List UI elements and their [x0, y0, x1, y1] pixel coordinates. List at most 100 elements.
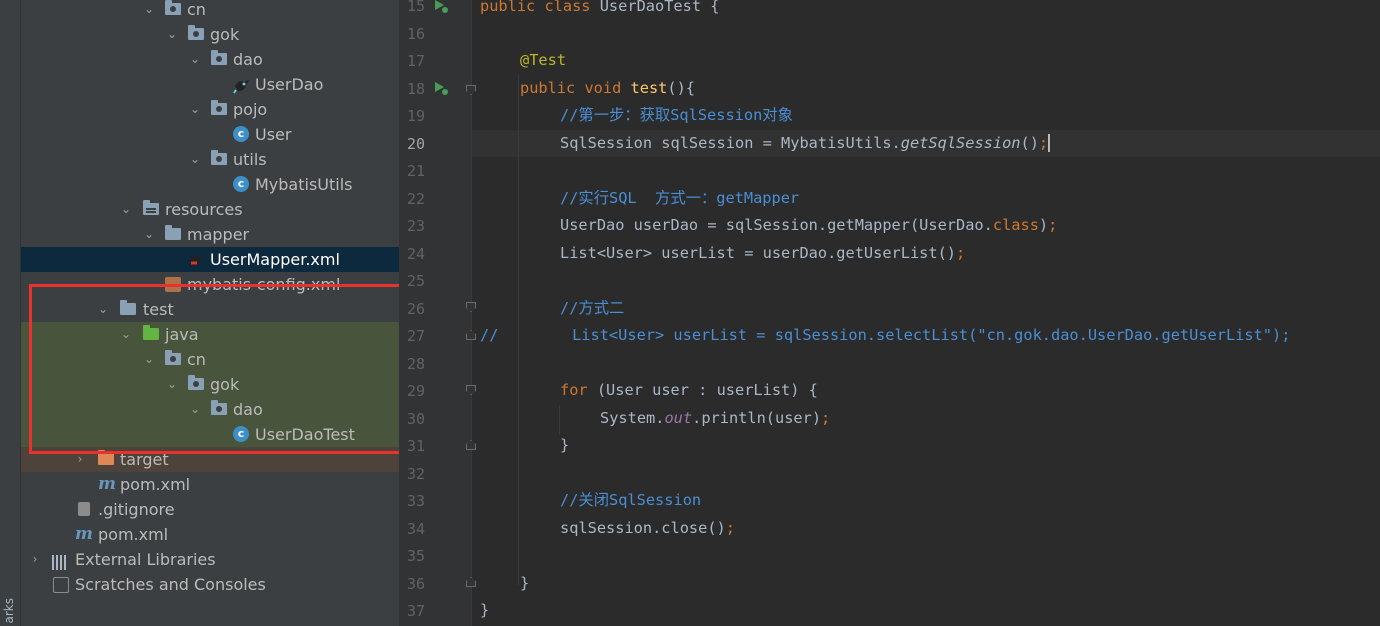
chevron-down-icon[interactable]: ⌄ — [96, 297, 110, 322]
line-number: 36 — [406, 574, 425, 593]
chevron-down-icon[interactable]: ⌄ — [119, 197, 133, 222]
tree-item-utils[interactable]: ⌄ utils — [21, 147, 399, 172]
code-text: .println(user) — [692, 408, 822, 427]
code-line-33: //关闭SqlSession — [560, 487, 701, 515]
folder-icon — [120, 300, 136, 315]
line-number: 23 — [406, 217, 425, 235]
project-tree-panel: ⌄ cn ⌄ gok ⌄ dao UserDao ⌄ pojo c User ⌄… — [21, 0, 399, 626]
maven-icon: m — [98, 474, 116, 494]
code-line-26: //方式二 — [560, 295, 624, 323]
line-number: 20 — [406, 134, 425, 153]
tree-item-gitignore[interactable]: .gitignore — [21, 497, 399, 522]
tree-item-pom-xml-module[interactable]: m pom.xml — [21, 472, 399, 497]
bookmarks-tab-label[interactable]: arks — [2, 598, 16, 624]
maven-icon: m — [75, 524, 93, 544]
line-number: 33 — [406, 492, 425, 510]
tree-item-dao[interactable]: ⌄ dao — [21, 47, 399, 72]
class-icon: c — [233, 126, 249, 142]
line-number: 27 — [406, 327, 425, 345]
tree-item-userdaotest[interactable]: c UserDaoTest — [21, 422, 399, 447]
comment: //第一步：获取SqlSession对象 — [560, 106, 793, 124]
run-test-icon[interactable] — [435, 82, 449, 96]
tree-item-java[interactable]: ⌄ java — [21, 322, 399, 347]
tree-item-user[interactable]: c User — [21, 122, 399, 147]
tree-item-gok-test[interactable]: ⌄ gok — [21, 372, 399, 397]
chevron-down-icon[interactable]: ⌄ — [188, 47, 202, 72]
tree-item-label: mybatis-config.xml — [187, 275, 341, 294]
tree-item-userdao[interactable]: UserDao — [21, 72, 399, 97]
mybatis-interface-icon — [233, 76, 251, 94]
tree-item-mybatis-config-xml[interactable]: mybatis-config.xml — [21, 272, 399, 297]
tree-item-label: gok — [210, 375, 240, 394]
chevron-down-icon[interactable]: ⌄ — [142, 347, 156, 372]
left-tool-strip: arks — [0, 0, 21, 626]
package-folder-icon — [188, 375, 204, 390]
chevron-right-icon[interactable]: › — [73, 447, 87, 472]
tree-item-label: resources — [165, 200, 243, 219]
tree-item-label: UserDao — [255, 75, 324, 94]
tree-item-scratches[interactable]: Scratches and Consoles — [21, 572, 399, 597]
code-text: } — [480, 601, 490, 619]
code-line-34: sqlSession.close(); — [560, 515, 735, 543]
chevron-down-icon[interactable]: ⌄ — [119, 322, 133, 347]
static-field: out — [664, 408, 693, 427]
code-text: (){ — [667, 78, 696, 97]
code-line-24: List<User> userList = userDao.getUserLis… — [560, 240, 965, 268]
test-source-folder-icon — [143, 325, 159, 340]
chevron-down-icon[interactable]: ⌄ — [188, 97, 202, 122]
code-line-23: UserDao userDao = sqlSession.getMapper(U… — [560, 212, 1057, 240]
chevron-down-icon[interactable]: ⌄ — [165, 372, 179, 397]
code-editor[interactable]: 15 16 17 18 19 20 21 22 23 24 25 26 27 28 29 30 31 32 33 34… — [399, 0, 1380, 626]
package-folder-icon — [211, 150, 227, 165]
tree-item-cn[interactable]: ⌄ cn — [21, 0, 399, 22]
code-line-19: //第一步：获取SqlSession对象 — [560, 102, 793, 130]
chevron-right-icon[interactable]: › — [28, 547, 42, 572]
tree-item-label: java — [165, 325, 199, 344]
code-line-20: SqlSession sqlSession = MybatisUtils.get… — [560, 130, 1051, 158]
comment: //方式二 — [560, 298, 625, 317]
line-number: 24 — [406, 244, 425, 263]
line-number: 22 — [406, 189, 425, 208]
code-line-27: // List<User> userList = sqlSession.sele… — [480, 322, 1290, 350]
tree-item-external-libraries[interactable]: › External Libraries — [21, 547, 399, 572]
tree-item-gok[interactable]: ⌄ gok — [21, 22, 399, 47]
line-number: 31 — [406, 437, 425, 455]
class-icon: c — [233, 176, 249, 192]
tree-item-label: User — [255, 125, 292, 144]
tree-item-label: dao — [233, 400, 263, 419]
line-number: 25 — [406, 272, 425, 290]
code-text: } — [560, 436, 570, 454]
comment: List<User> userList = sqlSession.selectL… — [498, 326, 1291, 344]
code-line-17: @Test — [520, 47, 566, 75]
chevron-down-icon[interactable]: ⌄ — [142, 222, 156, 247]
tree-item-usermapper-xml[interactable]: UserMapper.xml — [21, 247, 399, 272]
line-number: 26 — [406, 299, 425, 318]
tree-item-mapper[interactable]: ⌄ mapper — [21, 222, 399, 247]
code-text: List<User> userList = userDao.getUserLis… — [560, 243, 957, 262]
chevron-down-icon[interactable]: ⌄ — [142, 0, 156, 22]
keyword: for — [560, 381, 588, 399]
tree-item-resources[interactable]: ⌄ resources — [21, 197, 399, 222]
tree-item-label: UserDaoTest — [255, 425, 355, 444]
tree-item-mybatisutils[interactable]: c MybatisUtils — [21, 172, 399, 197]
tree-item-test[interactable]: ⌄ test — [21, 297, 399, 322]
tree-item-pom-xml-root[interactable]: m pom.xml — [21, 522, 399, 547]
tree-item-cn-test[interactable]: ⌄ cn — [21, 347, 399, 372]
code-line-15: public class UserDaoTest { — [480, 0, 719, 21]
line-number: 18 — [406, 79, 425, 98]
line-number: 21 — [406, 162, 425, 180]
method-name: test — [621, 78, 668, 97]
line-number: 28 — [406, 354, 425, 373]
tree-item-dao-test[interactable]: ⌄ dao — [21, 397, 399, 422]
tree-item-label: pom.xml — [98, 525, 169, 544]
line-number: 19 — [406, 107, 425, 125]
code-line-37: } — [480, 597, 489, 625]
chevron-down-icon[interactable]: ⌄ — [188, 147, 202, 172]
tree-item-pojo[interactable]: ⌄ pojo — [21, 97, 399, 122]
excluded-folder-icon — [98, 450, 114, 465]
comment: //实行SQL 方式一：getMapper — [560, 188, 800, 207]
chevron-down-icon[interactable]: ⌄ — [165, 22, 179, 47]
run-test-icon[interactable] — [435, 0, 449, 14]
tree-item-target[interactable]: › target — [21, 447, 399, 472]
chevron-down-icon[interactable]: ⌄ — [188, 397, 202, 422]
